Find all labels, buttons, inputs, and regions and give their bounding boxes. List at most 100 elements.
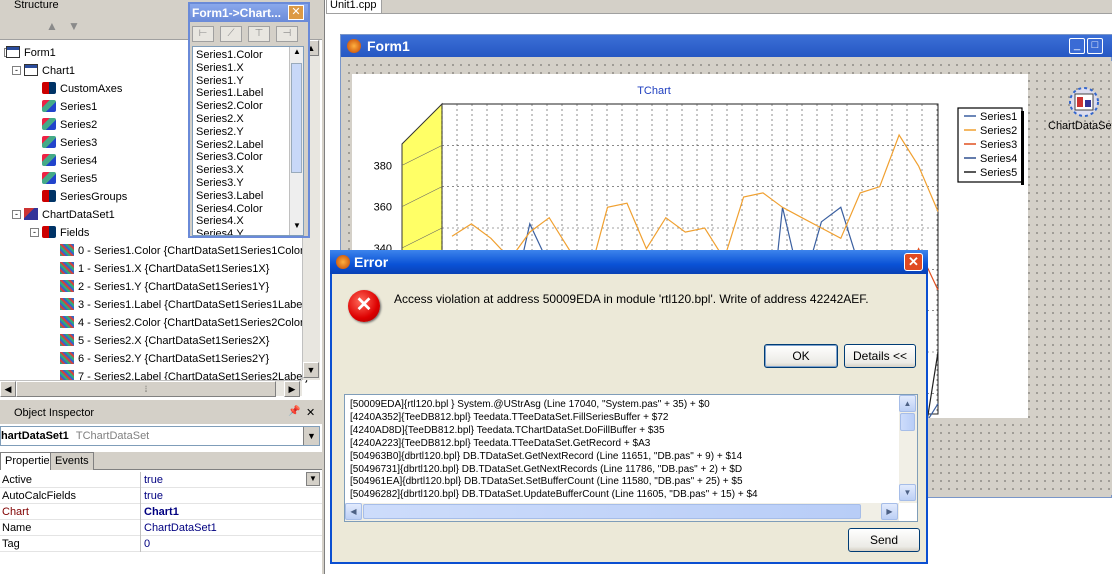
scroll-thumb[interactable]: [363, 504, 861, 519]
close-icon[interactable]: ✕: [288, 5, 304, 20]
editor-tab-strip: [382, 0, 1112, 14]
scroll-right-icon[interactable]: ▶: [284, 381, 300, 397]
scroll-left-icon[interactable]: ◀: [0, 381, 16, 397]
tree-expander-icon[interactable]: -: [30, 228, 39, 237]
field-list-item[interactable]: Series1.Y: [196, 75, 244, 88]
tree-item[interactable]: Chart1: [24, 62, 75, 80]
field-list-item[interactable]: Series2.Label: [196, 139, 263, 152]
chart-field-list[interactable]: Series1.Color Series1.X Series1.Y Series1.L…: [192, 46, 304, 236]
field-list-item[interactable]: Series2.Y: [196, 126, 244, 139]
property-value[interactable]: true: [144, 472, 163, 488]
tree-item[interactable]: Series5: [42, 170, 97, 188]
move-down-icon[interactable]: ▼: [66, 19, 82, 33]
form-icon: [6, 46, 20, 58]
tree-expander-icon[interactable]: -: [12, 66, 21, 75]
field-list-item[interactable]: Series3.Y: [196, 177, 244, 190]
scroll-up-icon[interactable]: ▲: [899, 395, 916, 412]
property-name: Name: [2, 522, 32, 534]
property-row[interactable]: AutoCalcFields true: [0, 488, 322, 504]
property-row[interactable]: Active true ▼: [0, 472, 322, 488]
series-icon: [42, 172, 56, 184]
property-value[interactable]: 0: [144, 536, 150, 552]
field-list-item[interactable]: Series4.Color: [196, 203, 263, 216]
scroll-right-icon[interactable]: ▶: [881, 503, 898, 520]
field-icon: [60, 298, 74, 310]
property-value[interactable]: true: [144, 488, 163, 504]
tree-item[interactable]: Fields: [42, 224, 89, 242]
property-row[interactable]: Chart Chart1: [0, 504, 322, 520]
scroll-thumb[interactable]: ⦙: [16, 381, 276, 397]
axes-icon: [42, 82, 56, 94]
tree-item[interactable]: 5 - Series2.X {ChartDataSet1Series2X}: [60, 332, 269, 350]
tree-item[interactable]: 1 - Series1.X {ChartDataSet1Series1X}: [60, 260, 269, 278]
minimize-icon[interactable]: _: [1069, 38, 1085, 54]
app-icon: [347, 39, 361, 53]
scroll-thumb[interactable]: [900, 413, 915, 431]
field-list-item[interactable]: Series2.X: [196, 113, 244, 126]
close-icon[interactable]: ✕: [306, 406, 320, 420]
inspector-tabs: Properties Events: [0, 452, 322, 470]
field-list-item[interactable]: Series1.X: [196, 62, 244, 75]
field-list-item[interactable]: Series4.X: [196, 215, 244, 228]
tree-item[interactable]: CustomAxes: [42, 80, 122, 98]
property-value[interactable]: ChartDataSet1: [144, 520, 217, 536]
chartdataset-component-icon[interactable]: [1066, 84, 1102, 118]
field-list-item[interactable]: Series3.Label: [196, 190, 263, 203]
field-list-item[interactable]: Series1.Color: [196, 49, 263, 62]
call-stack-log[interactable]: [50009EDA]{rtl120.bpl } System.@UStrAsg …: [344, 394, 918, 522]
tree-item[interactable]: Series4: [42, 152, 97, 170]
prev-icon[interactable]: ⟋: [220, 26, 242, 42]
move-up-icon[interactable]: ▲: [44, 19, 60, 33]
property-value[interactable]: Chart1: [144, 504, 179, 520]
tree-item[interactable]: 4 - Series2.Color {ChartDataSet1Series2C…: [60, 314, 307, 332]
close-icon[interactable]: ✕: [904, 253, 923, 271]
details-button[interactable]: Details <<: [844, 344, 916, 368]
log-vertical-scrollbar[interactable]: ▲ ▼: [899, 395, 917, 503]
tree-item[interactable]: 0 - Series1.Color {ChartDataSet1Series1C…: [60, 242, 307, 260]
property-row[interactable]: Name ChartDataSet1: [0, 520, 322, 536]
chevron-down-icon[interactable]: ▼: [303, 427, 319, 445]
tree-item[interactable]: Series2: [42, 116, 97, 134]
tree-item[interactable]: Series3: [42, 134, 97, 152]
tree-item[interactable]: Form1: [6, 44, 56, 62]
legend-entry: Series1: [980, 111, 1017, 123]
pin-icon[interactable]: 📌: [288, 406, 302, 420]
list-scrollbar[interactable]: ▲ ▼: [289, 47, 303, 235]
tab-events[interactable]: Events: [50, 452, 94, 470]
tree-item-label: 4 - Series2.Color {ChartDataSet1Series2C…: [78, 317, 308, 329]
field-list-item[interactable]: Series1.Label: [196, 87, 263, 100]
last-icon[interactable]: ⊣: [276, 26, 298, 42]
scroll-down-icon[interactable]: ▼: [303, 362, 319, 378]
scroll-down-icon[interactable]: ▼: [899, 484, 916, 501]
scroll-thumb[interactable]: [291, 63, 302, 173]
field-list-item[interactable]: Series3.Color: [196, 151, 263, 164]
component-selector[interactable]: ChartDataSet1 TChartDataSet ▼: [0, 426, 320, 446]
chevron-down-icon[interactable]: ▼: [306, 472, 320, 486]
tree-item[interactable]: 3 - Series1.Label {ChartDataSet1Series1L…: [60, 296, 309, 314]
scroll-up-icon[interactable]: ▲: [290, 47, 303, 61]
scroll-down-icon[interactable]: ▼: [290, 221, 303, 235]
tree-item[interactable]: 6 - Series2.Y {ChartDataSet1Series2Y}: [60, 350, 269, 368]
tree-item[interactable]: 2 - Series1.Y {ChartDataSet1Series1Y}: [60, 278, 269, 296]
error-message: Access violation at address 50009EDA in …: [394, 292, 869, 306]
first-icon[interactable]: ⊢: [192, 26, 214, 42]
tree-item[interactable]: SeriesGroups: [42, 188, 127, 206]
dataset-icon: [24, 208, 38, 220]
property-row[interactable]: Tag 0: [0, 536, 322, 552]
log-horizontal-scrollbar[interactable]: ◀ ▶: [345, 503, 899, 521]
maximize-icon[interactable]: □: [1087, 38, 1103, 54]
scroll-left-icon[interactable]: ◀: [345, 503, 362, 520]
tree-item[interactable]: ChartDataSet1: [24, 206, 115, 224]
error-dialog-caption: Error: [330, 250, 928, 274]
field-list-item[interactable]: Series3.X: [196, 164, 244, 177]
next-icon[interactable]: ⊤: [248, 26, 270, 42]
ok-button[interactable]: OK: [764, 344, 838, 368]
send-button[interactable]: Send: [848, 528, 920, 552]
field-list-item[interactable]: Series2.Color: [196, 100, 263, 113]
tab-unit1-cpp[interactable]: Unit1.cpp: [326, 0, 382, 14]
field-list-item[interactable]: Series4.Y: [196, 228, 244, 235]
tree-item[interactable]: Series1: [42, 98, 97, 116]
tree-horizontal-scrollbar[interactable]: ◀ ⦙ ▶: [0, 380, 302, 397]
tree-expander-icon[interactable]: -: [12, 210, 21, 219]
selected-component-name: ChartDataSet1: [0, 430, 69, 442]
